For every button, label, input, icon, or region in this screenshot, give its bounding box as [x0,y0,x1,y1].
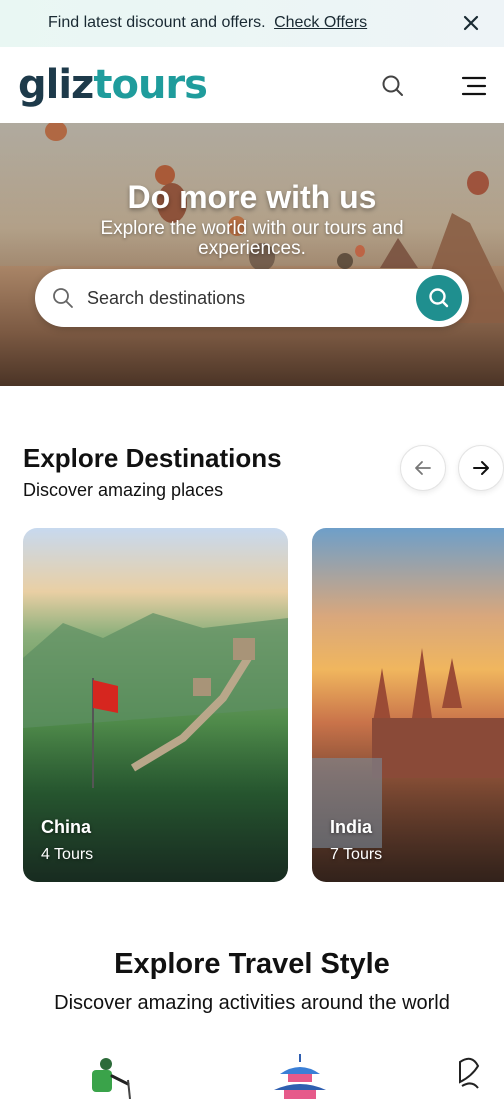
site-header: gliztours [0,47,504,123]
search-icon [53,288,73,308]
promo-message: Find latest discount and offers. [48,14,266,31]
sailboat-icon[interactable] [452,1052,504,1099]
logo-part-2: tours [93,62,208,108]
destinations-title: Explore Destinations [23,443,282,473]
card-title: China [41,817,92,837]
arrow-right-icon [473,461,489,475]
header-search-button[interactable] [380,73,406,99]
search-submit-button[interactable] [416,275,462,321]
hero-subtitle: Explore the world with our tours and exp… [100,218,404,259]
hero-title: Do more with us [127,179,377,215]
search-icon [429,288,449,308]
check-offers-link[interactable]: Check Offers [274,14,367,31]
pagoda-icon[interactable] [270,1052,330,1099]
card-title: India [330,817,373,837]
hiker-icon[interactable] [84,1052,136,1100]
destinations-subtitle: Discover amazing places [23,480,224,500]
search-icon [382,75,403,96]
destination-card-india[interactable]: India 7 Tours [312,528,504,882]
travel-style-subtitle: Discover amazing activities around the w… [54,992,450,1014]
logo[interactable]: gliztours [18,61,208,109]
promo-text: Find latest discount and offers. Check O… [48,14,367,32]
search-input[interactable] [85,281,405,315]
close-icon [463,15,479,31]
carousel-prev-button[interactable] [400,445,446,491]
hamburger-icon [461,76,487,96]
arrow-left-icon [415,461,431,475]
card-tour-count: 4 Tours [41,846,94,863]
promo-bar: Find latest discount and offers. Check O… [0,0,504,47]
destination-card-china[interactable]: China 4 Tours [23,528,288,882]
card-tour-count: 7 Tours [330,846,383,863]
destination-search-bar [35,269,469,327]
close-promo-button[interactable] [458,10,484,36]
carousel-next-button[interactable] [458,445,504,491]
hero-banner: Do more with us Explore the world with o… [0,123,504,386]
menu-button[interactable] [460,73,488,99]
travel-style-title: Explore Travel Style [114,948,390,980]
logo-part-1: gliz [18,62,94,108]
